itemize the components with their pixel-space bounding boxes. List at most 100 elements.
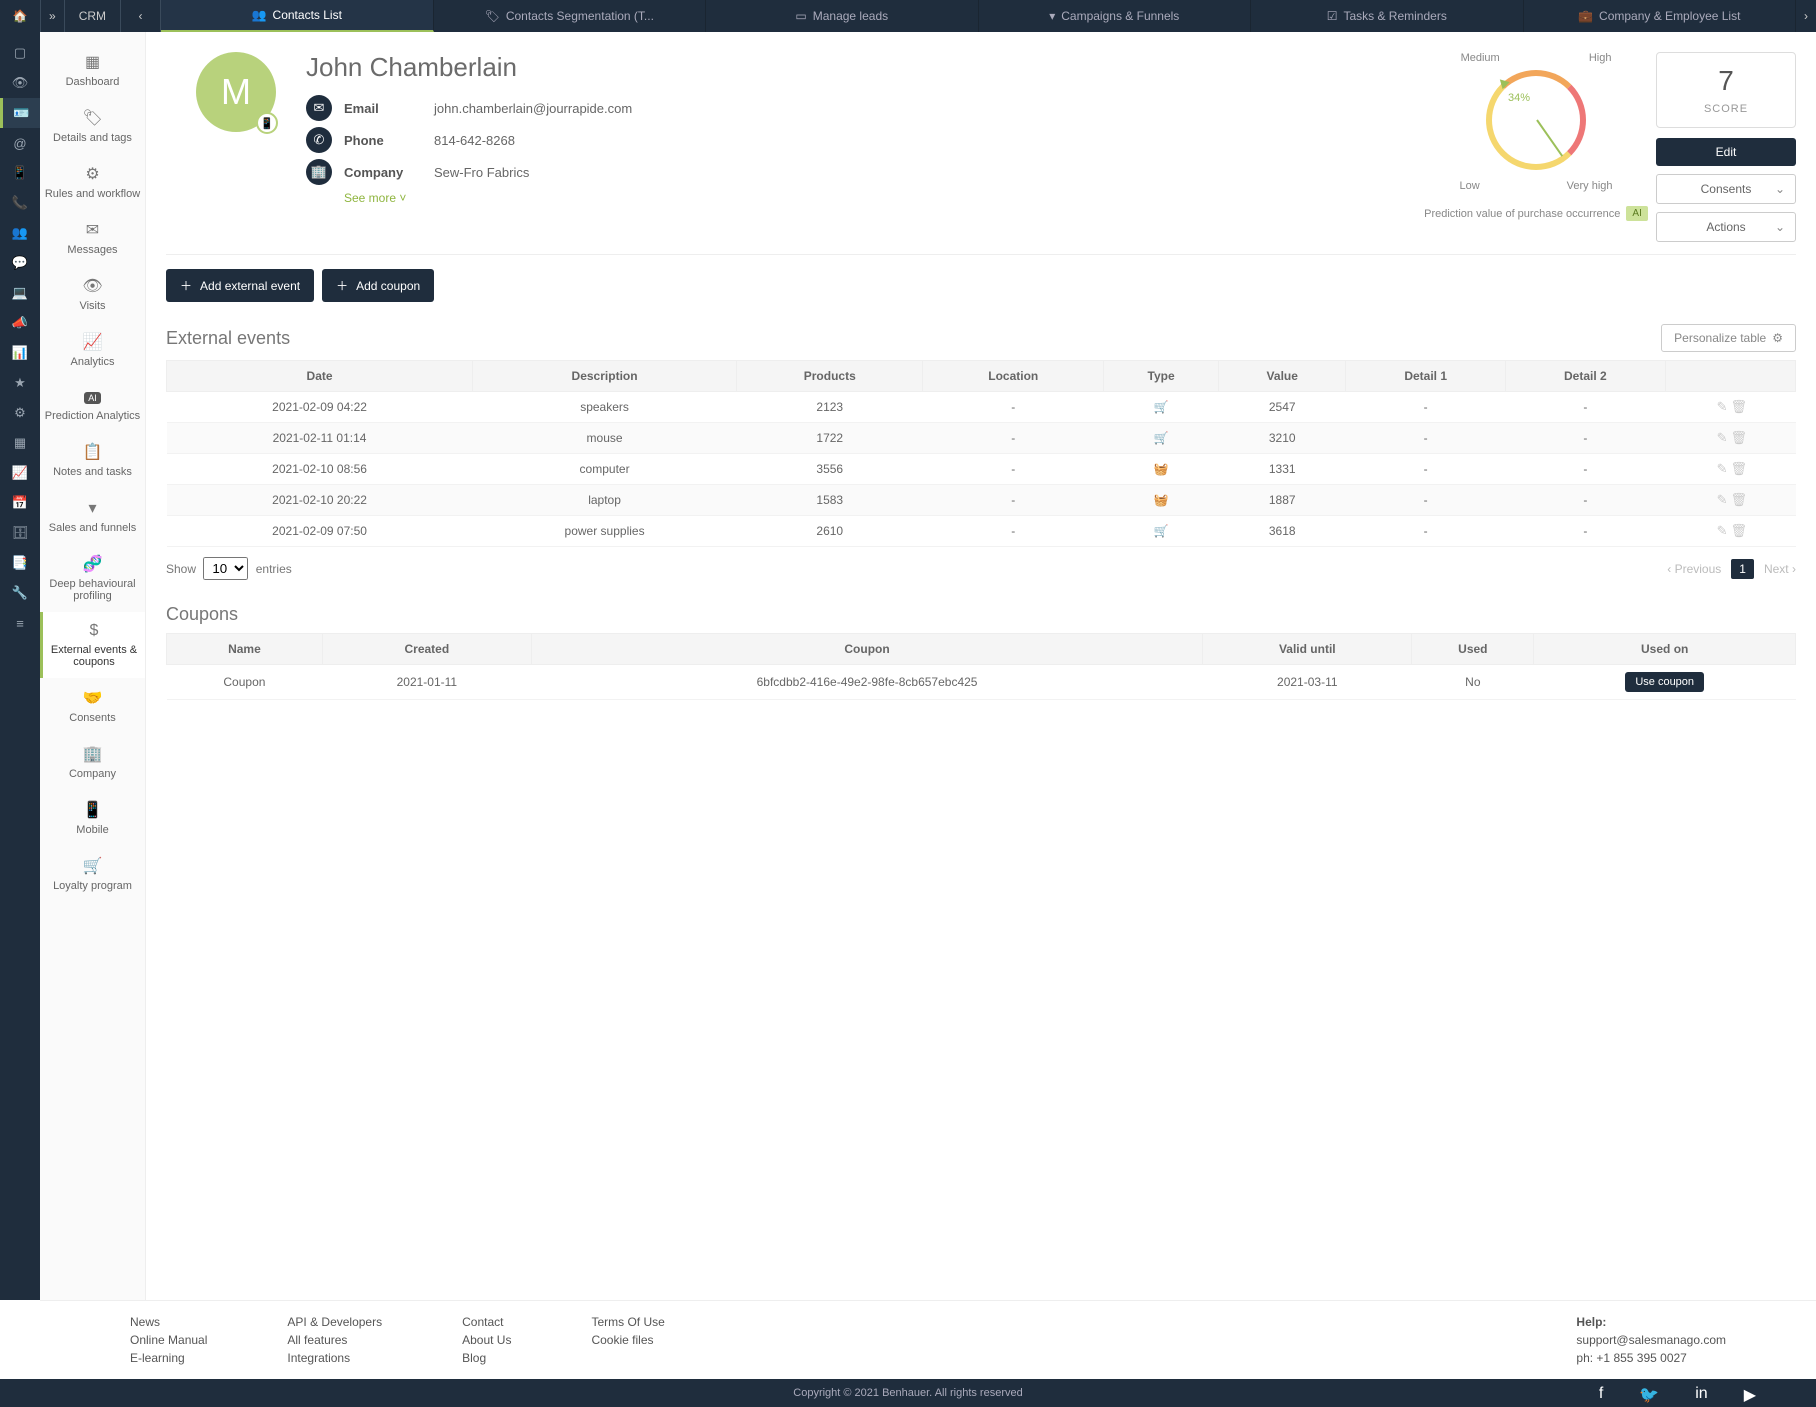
- rail-item[interactable]: 👥: [0, 218, 40, 248]
- rail-item[interactable]: 🔧: [0, 578, 40, 608]
- next-page[interactable]: Next ›: [1764, 562, 1796, 576]
- delete-icon[interactable]: 🗑: [1731, 461, 1748, 476]
- home-icon[interactable]: 🏠: [0, 9, 40, 23]
- footer-link[interactable]: API & Developers: [287, 1315, 382, 1329]
- rail-item[interactable]: 📈: [0, 458, 40, 488]
- cell: -: [923, 454, 1104, 485]
- sidebar-item-label: Messages: [44, 244, 141, 256]
- sidebar-icon: ▾: [44, 498, 141, 518]
- edit-icon[interactable]: ✎: [1717, 461, 1728, 476]
- delete-icon[interactable]: 🗑: [1731, 523, 1748, 538]
- entries-select[interactable]: 10: [203, 557, 248, 580]
- rail-item[interactable]: 👁: [0, 68, 40, 98]
- sidebar-item-dashboard[interactable]: ▦Dashboard: [40, 42, 145, 98]
- sidebar-item-visits[interactable]: 👁Visits: [40, 266, 145, 322]
- sidebar-item-loyalty-program[interactable]: 🛒Loyalty program: [40, 846, 145, 902]
- sidebar-item-external-events-coupons[interactable]: $External events & coupons: [40, 612, 145, 678]
- footer-link[interactable]: E-learning: [130, 1351, 207, 1365]
- footer-link[interactable]: Cookie files: [591, 1333, 664, 1347]
- rail-item[interactable]: 🪪: [0, 98, 40, 128]
- sidebar-item-label: Dashboard: [44, 76, 141, 88]
- rail-item[interactable]: 📣: [0, 308, 40, 338]
- briefcase-icon: 💼: [1578, 9, 1593, 23]
- footer-link[interactable]: Contact: [462, 1315, 511, 1329]
- column-header: Location: [923, 361, 1104, 392]
- edit-icon[interactable]: ✎: [1717, 430, 1728, 445]
- use-coupon-button[interactable]: Use coupon: [1625, 672, 1704, 692]
- tab-contacts-list[interactable]: 👥Contacts List: [161, 0, 434, 32]
- prev-page[interactable]: ‹ Previous: [1667, 562, 1721, 576]
- sidebar-item-consents[interactable]: 🤝Consents: [40, 678, 145, 734]
- edit-icon[interactable]: ✎: [1717, 492, 1728, 507]
- footer-link[interactable]: About Us: [462, 1333, 511, 1347]
- consents-dropdown[interactable]: Consents: [1656, 174, 1796, 204]
- breadcrumb[interactable]: CRM: [65, 0, 121, 32]
- actions-dropdown[interactable]: Actions: [1656, 212, 1796, 242]
- footer-link[interactable]: Terms Of Use: [591, 1315, 664, 1329]
- footer-link[interactable]: News: [130, 1315, 207, 1329]
- footer-link[interactable]: Integrations: [287, 1351, 382, 1365]
- rail-item[interactable]: ▢: [0, 38, 40, 68]
- tabs-overflow-icon[interactable]: ›: [1796, 9, 1816, 23]
- sidebar-item-analytics[interactable]: 📈Analytics: [40, 322, 145, 378]
- cell: 1583: [737, 485, 923, 516]
- footer-link[interactable]: Blog: [462, 1351, 511, 1365]
- add-external-event-button[interactable]: ＋Add external event: [166, 269, 314, 302]
- expand-icon[interactable]: »: [40, 0, 65, 32]
- sidebar-item-sales-and-funnels[interactable]: ▾Sales and funnels: [40, 488, 145, 544]
- rail-item[interactable]: 📑: [0, 548, 40, 578]
- cell: -: [1506, 392, 1666, 423]
- twitter-icon[interactable]: 🐦: [1639, 1385, 1659, 1405]
- edit-icon[interactable]: ✎: [1717, 399, 1728, 414]
- cell: 2123: [737, 392, 923, 423]
- back-icon[interactable]: ‹: [121, 0, 161, 32]
- sidebar-item-label: Mobile: [44, 824, 141, 836]
- sidebar-item-mobile[interactable]: 📱Mobile: [40, 790, 145, 846]
- footer-link[interactable]: All features: [287, 1333, 382, 1347]
- sidebar-item-notes-and-tasks[interactable]: 📋Notes and tasks: [40, 432, 145, 488]
- rail-item[interactable]: 💻: [0, 278, 40, 308]
- rail-item[interactable]: 📱: [0, 158, 40, 188]
- rail-item[interactable]: ▦: [0, 428, 40, 458]
- page-number[interactable]: 1: [1731, 559, 1754, 579]
- rail-item[interactable]: ≡: [0, 608, 40, 638]
- sidebar-item-details-and-tags[interactable]: 🏷Details and tags: [40, 98, 145, 154]
- linkedin-icon[interactable]: in: [1695, 1385, 1707, 1405]
- sidebar-item-rules-and-workflow[interactable]: ⚙Rules and workflow: [40, 154, 145, 210]
- rail-item[interactable]: ★: [0, 368, 40, 398]
- sidebar-item-messages[interactable]: ✉Messages: [40, 210, 145, 266]
- sidebar-item-deep-behavioural-profiling[interactable]: 🧬Deep behavioural profiling: [40, 544, 145, 612]
- company-icon: 🏢: [306, 159, 332, 185]
- rail-item[interactable]: 💬: [0, 248, 40, 278]
- sidebar-item-label: Rules and workflow: [44, 188, 141, 200]
- rail-item[interactable]: 📅: [0, 488, 40, 518]
- sidebar-item-prediction-analytics[interactable]: AIPrediction Analytics: [40, 378, 145, 432]
- rail-item[interactable]: ⚙: [0, 398, 40, 428]
- sidebar-icon: 🏢: [44, 744, 141, 764]
- tab-company[interactable]: 💼Company & Employee List: [1524, 0, 1797, 32]
- tab-manage-leads[interactable]: ▭Manage leads: [706, 0, 979, 32]
- rail-item[interactable]: @: [0, 128, 40, 158]
- tab-tasks[interactable]: ☑Tasks & Reminders: [1251, 0, 1524, 32]
- column-header: Products: [737, 361, 923, 392]
- tab-campaigns[interactable]: ▾Campaigns & Funnels: [979, 0, 1252, 32]
- edit-button[interactable]: Edit: [1656, 138, 1796, 166]
- tab-segmentation[interactable]: 🏷Contacts Segmentation (T...: [434, 0, 707, 32]
- table-row: Coupon2021-01-116bfcdbb2-416e-49e2-98fe-…: [167, 665, 1796, 700]
- rail-item[interactable]: 🗄: [0, 518, 40, 548]
- sidebar-item-company[interactable]: 🏢Company: [40, 734, 145, 790]
- footer-link[interactable]: Online Manual: [130, 1333, 207, 1347]
- cell: mouse: [473, 423, 737, 454]
- edit-icon[interactable]: ✎: [1717, 523, 1728, 538]
- delete-icon[interactable]: 🗑: [1731, 399, 1748, 414]
- see-more-link[interactable]: See more ˅: [344, 191, 1416, 205]
- column-header: Name: [167, 634, 323, 665]
- rail-item[interactable]: 📊: [0, 338, 40, 368]
- delete-icon[interactable]: 🗑: [1731, 492, 1748, 507]
- youtube-icon[interactable]: ▶: [1744, 1385, 1756, 1405]
- rail-item[interactable]: 📞: [0, 188, 40, 218]
- add-coupon-button[interactable]: ＋Add coupon: [322, 269, 434, 302]
- facebook-icon[interactable]: f: [1599, 1385, 1603, 1405]
- personalize-table-button[interactable]: Personalize table⚙: [1661, 324, 1796, 352]
- delete-icon[interactable]: 🗑: [1731, 430, 1748, 445]
